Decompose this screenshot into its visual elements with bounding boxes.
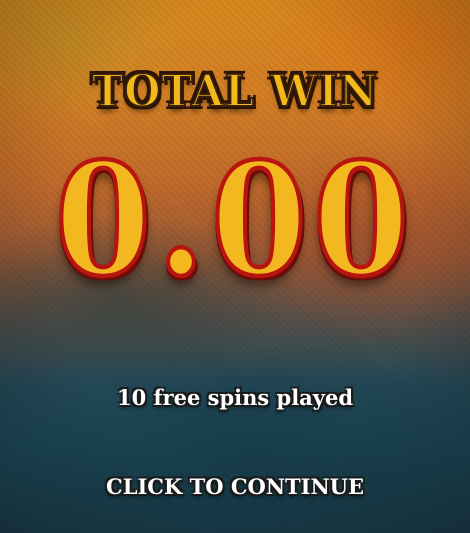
total-win-title: TOTAL WIN xyxy=(91,65,378,118)
free-spins-played-text: 10 free spins played xyxy=(116,385,354,410)
win-amount: 0.00 xyxy=(53,128,416,312)
click-to-continue-button[interactable]: CLICK TO CONTINUE xyxy=(106,474,364,499)
